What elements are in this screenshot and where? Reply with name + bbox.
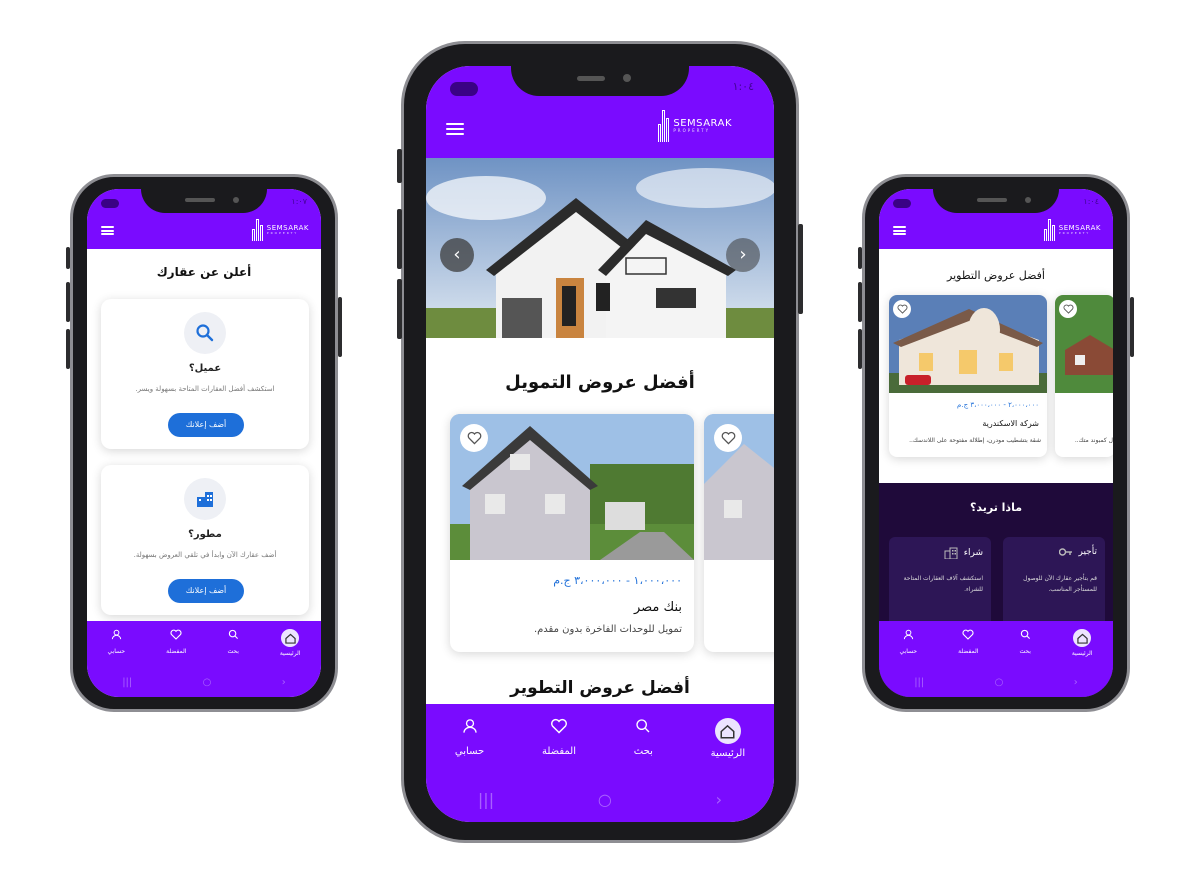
status-time: ١:٠٤ <box>732 80 754 93</box>
bottom-nav: الرئيسية بحث المفضلة حسابي ||| ○ › <box>87 621 321 697</box>
bottom-nav: الرئيسية بحث المفضلة حسابي ||| ○ › <box>426 704 774 822</box>
rent-desc: قم بتأجير عقارك الآن للوصول للمستأجر الم… <box>1023 575 1097 593</box>
rent-title: تأجير <box>1078 547 1098 557</box>
brand-sub: PROPERTY <box>673 128 711 133</box>
menu-icon[interactable] <box>446 123 464 135</box>
buy-desc: استكشف آلاف العقارات المتاحة للشراء. <box>903 575 983 593</box>
offer-company: شركة الاسكندرية <box>982 419 1039 428</box>
financing-section-title: أفضل عروض التمويل <box>505 372 695 393</box>
home-icon <box>1073 629 1092 647</box>
nav-account[interactable]: حسابي <box>455 718 484 759</box>
nav-favorites[interactable]: المفضلة <box>958 629 978 657</box>
development-section-title: أفضل عروض التطوير <box>510 678 690 698</box>
development-offer-card[interactable]: ٢،٠٠٠،٠٠٠ - ٣،٠٠٠،٠٠٠ ج.م شركة الاسكندري… <box>889 295 1047 457</box>
heart-icon <box>962 629 974 640</box>
nav-search-label: بحث <box>227 648 239 655</box>
development-offer-card-2[interactable]: ل كمبوند متك.. <box>1055 295 1113 457</box>
menu-icon[interactable] <box>101 226 114 235</box>
developer-card: مطور؟ أضف عقارك الآن وابدأ في تلقي العرو… <box>101 465 309 615</box>
brand-sub: PROPERTY <box>266 231 299 235</box>
want-title: ماذا تريد؟ <box>969 501 1023 514</box>
status-time: ١:٠٧ <box>291 197 307 206</box>
favorite-heart-icon[interactable] <box>893 300 911 318</box>
brand-logo: SEMSARAK PROPERTY <box>251 219 309 241</box>
nav-search-label: بحث <box>633 746 653 757</box>
nav-account-label: حسابي <box>454 746 485 757</box>
offer-price: ١،٠٠٠،٠٠٠ - ٣،٠٠٠،٠٠٠ ج.م <box>553 574 682 587</box>
nav-home[interactable]: الرئيسية <box>1072 629 1093 657</box>
add-listing-button-developer[interactable]: أضف إعلانك <box>168 579 244 603</box>
slider-next-button[interactable]: › <box>726 238 760 272</box>
offer-price: ٢،٠٠٠،٠٠٠ - ٣،٠٠٠،٠٠٠ ج.م <box>957 401 1039 409</box>
client-card: عميل؟ استكشف أفضل العقارات المتاحة بسهول… <box>101 299 309 449</box>
user-icon <box>462 719 477 733</box>
search-icon <box>184 312 226 354</box>
nav-home-label: الرئيسية <box>1071 650 1093 657</box>
user-icon <box>111 629 121 640</box>
home-icon <box>714 718 741 744</box>
slider-prev-button[interactable]: ‹ <box>440 238 474 272</box>
client-title: عميل؟ <box>188 363 222 374</box>
user-icon <box>903 629 913 640</box>
nav-favorites-label: المفضلة <box>541 746 576 757</box>
menu-icon[interactable] <box>893 226 906 235</box>
nav-home-label: الرئيسية <box>279 650 301 657</box>
hero-slider[interactable]: ‹ › <box>426 158 774 338</box>
developer-title: مطور؟ <box>188 529 222 540</box>
nav-search[interactable]: بحث <box>227 629 239 657</box>
nav-favorites[interactable]: المفضلة <box>166 629 186 657</box>
offer-desc: تمويل للوحدات الفاخرة بدون مقدم. <box>533 624 682 635</box>
search-icon <box>636 719 650 733</box>
buy-title: شراء <box>963 548 983 558</box>
page-title: أعلن عن عقارك <box>156 265 252 279</box>
nav-account[interactable]: حسابي <box>899 629 918 657</box>
financing-offer-card[interactable]: ١،٠٠٠،٠٠٠ - ٣،٠٠٠،٠٠٠ ج.م بنك مصر تمويل … <box>450 414 694 652</box>
offer-desc-2: ل كمبوند متك.. <box>1074 437 1113 444</box>
brand-logo: SEMSARAK PROPERTY <box>1043 219 1101 241</box>
nav-home[interactable]: الرئيسية <box>711 718 745 759</box>
heart-icon <box>170 629 182 640</box>
bottom-nav: الرئيسية بحث المفضلة حسابي ||| ○ › <box>879 621 1113 697</box>
screen-left: ١:٠٧ SEMSARAK PROPERTY أعلن عن عقارك عميل… <box>87 189 321 697</box>
brand-logo: SEMSARAK PROPERTY <box>658 110 732 142</box>
search-icon <box>1020 629 1030 640</box>
client-desc: استكشف أفضل العقارات المتاحة بسهولة ويسر… <box>135 385 275 393</box>
nav-favorites-label: المفضلة <box>166 648 187 655</box>
building-icon <box>944 547 958 559</box>
phone-left: ١:٠٧ SEMSARAK PROPERTY أعلن عن عقارك عميل… <box>66 174 342 712</box>
building-icon <box>184 478 226 520</box>
favorite-heart-icon[interactable] <box>1059 300 1077 318</box>
brand-sub: PROPERTY <box>1058 231 1091 235</box>
screen-right: ١:٠٤ SEMSARAKPROPERTY أفضل عروض التطوير <box>879 189 1113 697</box>
nav-search[interactable]: بحث <box>1019 629 1031 657</box>
nav-search[interactable]: بحث <box>634 718 653 759</box>
nav-favorites-label: المفضلة <box>958 648 979 655</box>
nav-account[interactable]: حسابي <box>107 629 126 657</box>
home-icon <box>281 629 300 647</box>
key-icon <box>1058 548 1072 556</box>
add-listing-button-client[interactable]: أضف إعلانك <box>168 413 244 437</box>
phone-center: ١:٠٤ SEMSARAK PROPERTY ‹ › أفضل عروض الت… <box>397 41 803 843</box>
heart-icon <box>551 718 567 734</box>
nav-account-label: حسابي <box>899 648 918 655</box>
favorite-heart-icon[interactable] <box>460 424 488 452</box>
development-section-title: أفضل عروض التطوير <box>947 269 1045 282</box>
search-icon <box>228 629 238 640</box>
developer-desc: أضف عقارك الآن وابدأ في تلقي العروض بسهو… <box>133 551 277 559</box>
offer-bank: بنك مصر <box>633 600 682 615</box>
favorite-heart-icon[interactable] <box>714 424 742 452</box>
nav-account-label: حسابي <box>107 648 126 655</box>
status-time: ١:٠٤ <box>1083 197 1099 206</box>
financing-offer-card-2[interactable] <box>704 414 774 652</box>
nav-home-label: الرئيسية <box>710 748 746 759</box>
nav-favorites[interactable]: المفضلة <box>542 718 576 759</box>
showcase-stage: ١:٠٧ SEMSARAK PROPERTY أعلن عن عقارك عميل… <box>0 0 1200 881</box>
offer-desc: شقة بتشطيب مودرن، إطلالة مفتوحة على اللا… <box>909 437 1041 444</box>
nav-home[interactable]: الرئيسية <box>280 629 301 657</box>
nav-search-label: بحث <box>1019 648 1031 655</box>
screen-center: ١:٠٤ SEMSARAK PROPERTY ‹ › أفضل عروض الت… <box>426 66 774 822</box>
phone-right: ١:٠٤ SEMSARAKPROPERTY أفضل عروض التطوير <box>858 174 1134 712</box>
